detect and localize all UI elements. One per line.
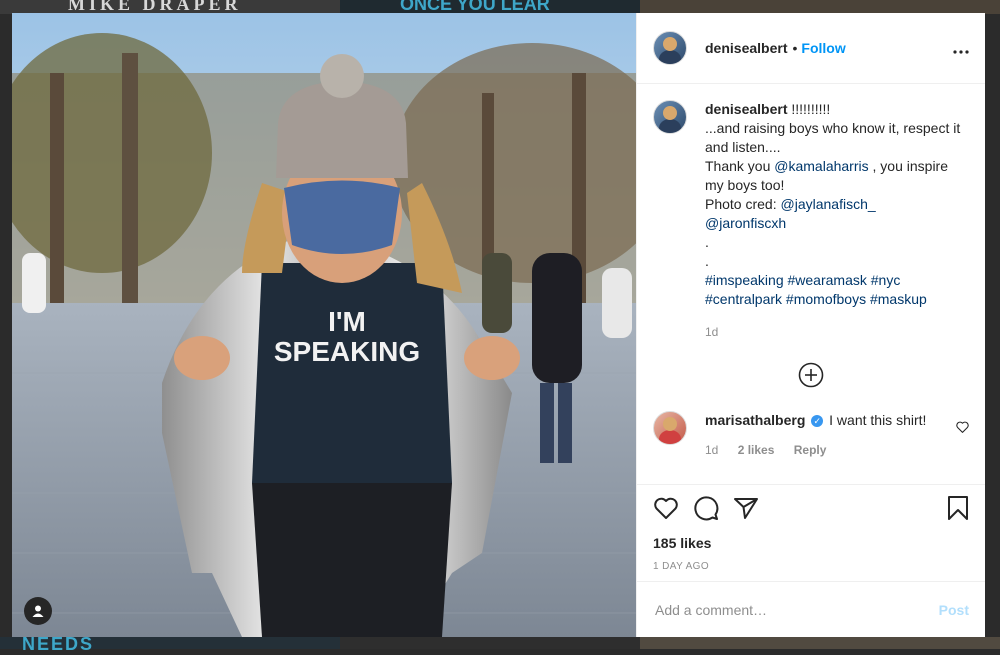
caption-text: denisealbert !!!!!!!!!! ...and raising b… [705, 100, 969, 342]
caption-line2: ...and raising boys who know it, respect… [705, 120, 961, 155]
caption-dot: . [705, 253, 709, 269]
background-feed-bottom: NEEDS [0, 634, 1000, 654]
caption-line3-pre: Thank you [705, 158, 775, 174]
post-actions: 185 likes 1 DAY AGO [637, 484, 985, 581]
caption-line4-pre: Photo cred: [705, 196, 781, 212]
mention-link[interactable]: @jaylanafisch_ [781, 196, 876, 212]
verified-badge-icon: ✓ [811, 415, 824, 428]
shirt-text-line2: SPEAKING [274, 336, 420, 367]
comment-item: marisathalberg ✓ I want this shirt! 1d 2… [653, 411, 969, 459]
more-options-icon[interactable] [953, 38, 969, 59]
comments-section[interactable]: denisealbert !!!!!!!!!! ...and raising b… [637, 84, 985, 484]
post-sidebar: denisealbert • Follow denisealbert !!!!!… [636, 13, 985, 637]
share-send-icon[interactable] [733, 496, 759, 525]
comment-time[interactable]: 1d [705, 443, 718, 457]
post-header: denisealbert • Follow [637, 13, 985, 84]
comment-username[interactable]: marisathalberg [705, 412, 805, 428]
separator-dot: • [792, 40, 798, 56]
likes-count[interactable]: 185 likes [653, 535, 969, 551]
caption-time[interactable]: 1d [705, 323, 969, 342]
header-username[interactable]: denisealbert [705, 40, 787, 56]
save-bookmark-icon[interactable] [947, 495, 969, 526]
caption-avatar[interactable] [653, 100, 687, 134]
comment-bubble-icon[interactable] [693, 495, 719, 526]
post-modal: I'M SPEAKING denisealbert • Follow denis… [12, 13, 985, 637]
caption-line1: !!!!!!!!!! [791, 101, 831, 117]
comment-likes[interactable]: 2 likes [738, 443, 775, 457]
hashtags-line2[interactable]: #centralpark #momofboys #maskup [705, 290, 969, 309]
mention-link[interactable]: @jaronfiscxh [705, 214, 969, 233]
load-more-comments-icon[interactable] [798, 362, 824, 393]
follow-button[interactable]: Follow [801, 40, 845, 56]
reply-button[interactable]: Reply [794, 443, 827, 457]
photo-illustration: I'M SPEAKING [12, 13, 636, 637]
background-feed-top: MIKE DRAPER ONCE YOU LEAR [0, 0, 1000, 14]
like-heart-icon[interactable] [653, 496, 679, 525]
tagged-user-icon[interactable] [24, 597, 52, 625]
shirt-text-line1: I'M [328, 306, 366, 337]
post-photo[interactable]: I'M SPEAKING [12, 13, 636, 637]
mention-link[interactable]: @kamalaharris [774, 158, 868, 174]
post-comment-button[interactable]: Post [939, 602, 969, 618]
comment-like-heart-icon[interactable] [956, 420, 969, 438]
background-text-3: NEEDS [22, 634, 95, 654]
comment-input[interactable] [653, 600, 939, 619]
comment-avatar[interactable] [653, 411, 687, 445]
hashtags-line1[interactable]: #imspeaking #wearamask #nyc [705, 271, 969, 290]
add-comment-bar: Post [637, 581, 985, 637]
caption-dot: . [705, 234, 709, 250]
caption-username[interactable]: denisealbert [705, 101, 787, 117]
avatar[interactable] [653, 31, 687, 65]
post-caption: denisealbert !!!!!!!!!! ...and raising b… [653, 100, 969, 342]
comment-text: I want this shirt! [829, 412, 927, 428]
post-date: 1 DAY AGO [653, 561, 710, 572]
